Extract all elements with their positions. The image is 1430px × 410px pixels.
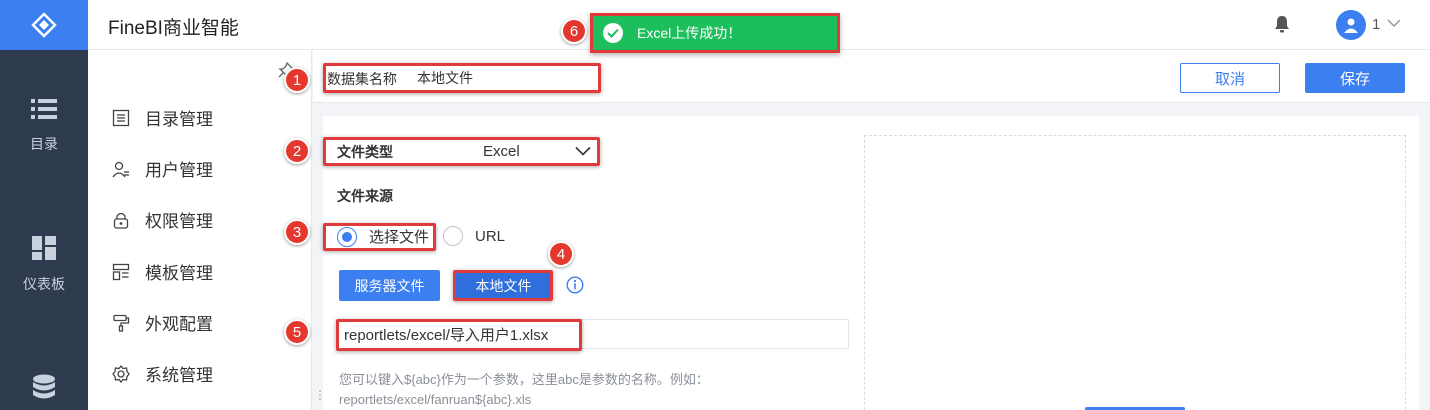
menu-item-label: 用户管理 [145, 161, 213, 180]
list-icon [31, 99, 57, 119]
radio-select-file[interactable]: 选择文件 [337, 226, 429, 247]
menu-item-appearance[interactable]: 外观配置 [110, 310, 213, 335]
lock-icon [110, 209, 132, 231]
annotation-badge: 6 [561, 18, 587, 44]
menu-item-label: 外观配置 [145, 315, 213, 334]
paint-roller-icon [110, 312, 132, 334]
check-circle-icon [603, 23, 623, 43]
server-file-button[interactable]: 服务器文件 [339, 270, 440, 301]
upload-form-panel: 文件类型 Excel 文件来源 选择文件 URL 服务器文件 本地文件 您可以键… [323, 116, 1419, 410]
chevron-down-icon[interactable] [1386, 17, 1402, 29]
management-menu: 目录管理 用户管理 权限管理 模板管理 外观配置 系统管理 [88, 50, 337, 410]
cancel-button[interactable]: 取消 [1180, 63, 1280, 93]
menu-item-system[interactable]: 系统管理 [110, 361, 213, 386]
radio-unchecked-icon [443, 226, 463, 246]
annotation-badge: 2 [284, 138, 310, 164]
toast-message: Excel上传成功！ [637, 25, 742, 41]
menu-item-templates[interactable]: 模板管理 [110, 259, 213, 284]
radio-label: URL [475, 227, 506, 245]
menu-item-users[interactable]: 用户管理 [110, 156, 213, 181]
nav-item-catalog[interactable]: 目录 [0, 98, 88, 154]
hint-line: 您可以键入${abc}作为一个参数，这里abc是参数的名称。例如： [339, 372, 709, 387]
menu-item-label: 权限管理 [145, 212, 213, 231]
gear-icon [110, 363, 132, 385]
nav-item-label: 仪表板 [23, 276, 65, 292]
file-source-label: 文件来源 [337, 188, 393, 204]
radio-label: 选择文件 [369, 229, 430, 246]
file-type-label: 文件类型 [337, 144, 393, 160]
dataset-name-input[interactable] [413, 65, 599, 91]
parameter-hint: 您可以键入${abc}作为一个参数，这里abc是参数的名称。例如： report… [339, 370, 789, 410]
menu-item-label: 系统管理 [145, 366, 213, 385]
bell-icon[interactable] [1274, 15, 1290, 33]
menu-item-catalog[interactable]: 目录管理 [110, 105, 213, 130]
file-path-input[interactable] [337, 319, 849, 349]
menu-item-label: 目录管理 [145, 110, 213, 129]
dataset-toolbar: 数据集名称 取消 保存 [313, 50, 1430, 103]
annotation-badge: 5 [284, 319, 310, 345]
annotation-badge: 3 [284, 219, 310, 245]
hint-line: reportlets/excel/fanruan${abc}.xls [339, 392, 532, 407]
upload-success-toast: Excel上传成功！ [590, 13, 840, 53]
app-root: 目录 仪表板 FineBI商业智能 1 目录管理 用户管理 权限管理 模板管理 … [0, 0, 1430, 410]
menu-item-label: 模板管理 [145, 264, 213, 283]
template-icon [110, 261, 132, 283]
radio-checked-icon [337, 226, 357, 247]
nav-item-dashboard[interactable]: 仪表板 [0, 236, 88, 294]
local-file-button[interactable]: 本地文件 [456, 272, 551, 299]
main-nav: 目录 仪表板 [0, 0, 88, 410]
database-icon [33, 374, 55, 399]
avatar[interactable] [1336, 10, 1366, 40]
annotation-badge: 4 [548, 241, 574, 267]
app-logo[interactable] [0, 0, 88, 50]
user-avatar-icon [1344, 18, 1358, 33]
file-type-value: Excel [483, 142, 520, 160]
info-icon[interactable] [566, 276, 584, 294]
user-name[interactable]: 1 [1372, 16, 1380, 33]
finebi-logo-icon [31, 12, 57, 38]
catalog-icon [110, 107, 132, 129]
dataset-name-label: 数据集名称 [327, 71, 397, 87]
preview-area [864, 135, 1406, 410]
chevron-down-icon [575, 146, 591, 156]
save-button[interactable]: 保存 [1305, 63, 1405, 93]
radio-url[interactable]: URL [443, 226, 505, 246]
app-title: FineBI商业智能 [108, 18, 239, 39]
file-type-select[interactable]: Excel [475, 138, 597, 164]
nav-item-label: 目录 [30, 136, 58, 152]
annotation-badge: 1 [284, 67, 310, 93]
user-icon [110, 158, 132, 180]
nav-item-data[interactable] [0, 374, 88, 400]
dashboard-icon [32, 236, 56, 260]
menu-item-permissions[interactable]: 权限管理 [110, 207, 213, 232]
